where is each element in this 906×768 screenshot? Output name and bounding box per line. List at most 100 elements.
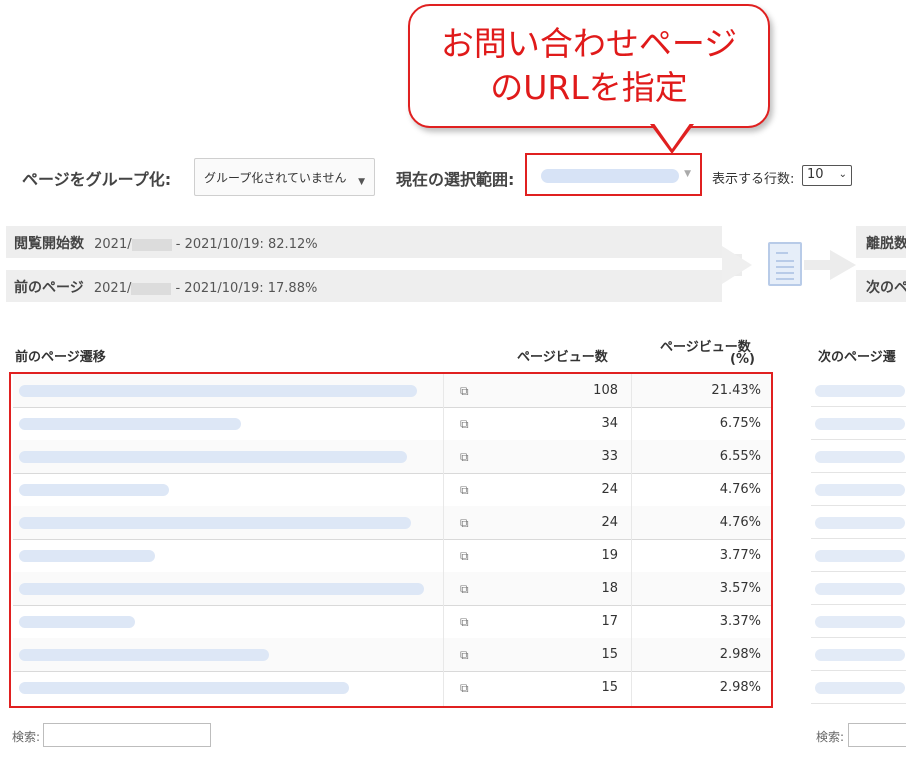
rows-shown-label: 表示する行数: <box>712 172 795 187</box>
page-link-blurred[interactable] <box>815 451 905 463</box>
table-row: ⧉ 15 2.98% <box>13 671 771 705</box>
table-row: ⧉ 34 6.75% <box>13 407 771 441</box>
open-in-new-window-icon[interactable]: ⧉ <box>460 549 469 564</box>
current-selection-select[interactable]: ▼ <box>535 163 695 187</box>
previous-page-path-header[interactable]: 前のページ遷移 <box>15 346 106 365</box>
table-row: ⧉ 18 3.57% <box>13 572 771 606</box>
page-link-blurred[interactable] <box>19 649 269 661</box>
next-pages-table <box>811 374 906 706</box>
callout-tail-fill <box>653 122 691 149</box>
callout-bubble: お問い合わせページ のURLを指定 <box>408 4 770 128</box>
table-row <box>811 539 906 572</box>
pageviews-cell: 19 <box>601 548 618 563</box>
open-in-new-window-icon[interactable]: ⧉ <box>460 681 469 696</box>
page-link-blurred[interactable] <box>19 385 417 397</box>
column-divider <box>631 374 632 706</box>
entrances-bar: 閲覧開始数 2021/ - 2021/10/19: 82.12% <box>6 226 722 258</box>
page-link-blurred[interactable] <box>19 484 169 496</box>
chevron-down-icon: ▼ <box>684 169 691 179</box>
date-blurred <box>131 282 172 295</box>
table-row <box>811 605 906 638</box>
pageviews-cell: 33 <box>601 449 618 464</box>
page-document-icon <box>768 242 802 286</box>
page-link-blurred[interactable] <box>19 451 407 463</box>
next-page-bar: 次のペ <box>856 270 906 302</box>
open-in-new-window-icon[interactable]: ⧉ <box>460 615 469 630</box>
pageviews-header[interactable]: ページビュー数 <box>517 346 608 365</box>
column-divider <box>443 374 444 706</box>
pageviews-pct-cell: 2.98% <box>719 647 761 662</box>
table-row <box>811 440 906 473</box>
previous-page-bar: 前のページ 2021/ - 2021/10/19: 17.88% <box>6 270 722 302</box>
pageviews-pct-header-unit: (%) <box>730 352 755 367</box>
page-link-blurred[interactable] <box>19 517 411 529</box>
pageviews-cell: 108 <box>593 383 618 398</box>
pageviews-cell: 18 <box>601 581 618 596</box>
chevron-down-icon: ⌄ <box>838 169 847 180</box>
page-link-blurred[interactable] <box>815 583 905 595</box>
entrances-date-start: 2021/ <box>94 237 132 252</box>
entrances-title: 閲覧開始数 <box>14 236 84 252</box>
table-row <box>811 572 906 605</box>
previous-date-start: 2021/ <box>93 281 132 296</box>
search-label: 検索: <box>12 730 41 744</box>
open-in-new-window-icon[interactable]: ⧉ <box>460 516 469 531</box>
table-row: ⧉ 24 4.76% <box>13 473 771 507</box>
page-link-blurred[interactable] <box>19 550 155 562</box>
page-link-blurred[interactable] <box>815 517 905 529</box>
page-link-blurred[interactable] <box>19 682 349 694</box>
open-in-new-window-icon[interactable]: ⧉ <box>460 483 469 498</box>
open-in-new-window-icon[interactable]: ⧉ <box>460 582 469 597</box>
group-by-select[interactable]: グループ化されていません ▼ <box>194 158 375 196</box>
page-link-blurred[interactable] <box>19 583 424 595</box>
page-link-blurred[interactable] <box>815 418 905 430</box>
previous-page-title: 前のページ <box>14 280 84 296</box>
previous-pages-table: ⧉ 108 21.43% ⧉ 34 6.75% ⧉ 33 6.55% ⧉ 24 … <box>9 372 773 708</box>
table-row <box>811 374 906 407</box>
open-in-new-window-icon[interactable]: ⧉ <box>460 450 469 465</box>
current-selection-highlight: ▼ <box>525 153 702 196</box>
pageviews-cell: 15 <box>601 647 618 662</box>
next-page-path-header[interactable]: 次のページ遷 <box>818 346 896 365</box>
pageviews-cell: 17 <box>601 614 618 629</box>
page-link-blurred[interactable] <box>815 616 905 628</box>
pageviews-cell: 34 <box>601 416 618 431</box>
page-link-blurred[interactable] <box>815 385 905 397</box>
pageviews-pct-cell: 6.75% <box>719 416 761 431</box>
page-link-blurred[interactable] <box>19 616 135 628</box>
entrances-range: - 2021/10/19: 82.12% <box>175 237 318 252</box>
table-row <box>811 671 906 704</box>
table-row: ⧉ 15 2.98% <box>13 638 771 672</box>
search-input[interactable] <box>43 723 211 747</box>
pageviews-pct-cell: 21.43% <box>711 383 761 398</box>
table-row: ⧉ 108 21.43% <box>13 374 771 408</box>
table-row <box>811 407 906 440</box>
page-link-blurred[interactable] <box>815 550 905 562</box>
open-in-new-window-icon[interactable]: ⧉ <box>460 648 469 663</box>
rows-shown-select[interactable]: 10 ⌄ <box>802 165 852 186</box>
table-row <box>811 506 906 539</box>
page-link-blurred[interactable] <box>815 682 905 694</box>
table-row <box>811 638 906 671</box>
pageviews-pct-cell: 4.76% <box>719 515 761 530</box>
callout-line-1: お問い合わせページ <box>440 24 738 63</box>
pageviews-pct-cell: 3.77% <box>719 548 761 563</box>
table-row: ⧉ 33 6.55% <box>13 440 771 474</box>
group-by-label: ページをグループ化: <box>22 170 172 189</box>
table-row: ⧉ 17 3.37% <box>13 605 771 639</box>
pageviews-pct-cell: 3.57% <box>719 581 761 596</box>
open-in-new-window-icon[interactable]: ⧉ <box>460 417 469 432</box>
pageviews-cell: 24 <box>601 482 618 497</box>
table-row: ⧉ 19 3.77% <box>13 539 771 573</box>
open-in-new-window-icon[interactable]: ⧉ <box>460 384 469 399</box>
pageviews-pct-cell: 4.76% <box>719 482 761 497</box>
search-label-right: 検索: <box>816 730 845 744</box>
callout-line-2: のURLを指定 <box>490 68 688 107</box>
page-link-blurred[interactable] <box>19 418 241 430</box>
previous-range: - 2021/10/19: 17.88% <box>175 281 318 296</box>
page-link-blurred[interactable] <box>815 484 905 496</box>
page-link-blurred[interactable] <box>815 649 905 661</box>
table-row <box>811 473 906 506</box>
chevron-down-icon: ▼ <box>358 177 365 187</box>
search-input-right[interactable] <box>848 723 906 747</box>
